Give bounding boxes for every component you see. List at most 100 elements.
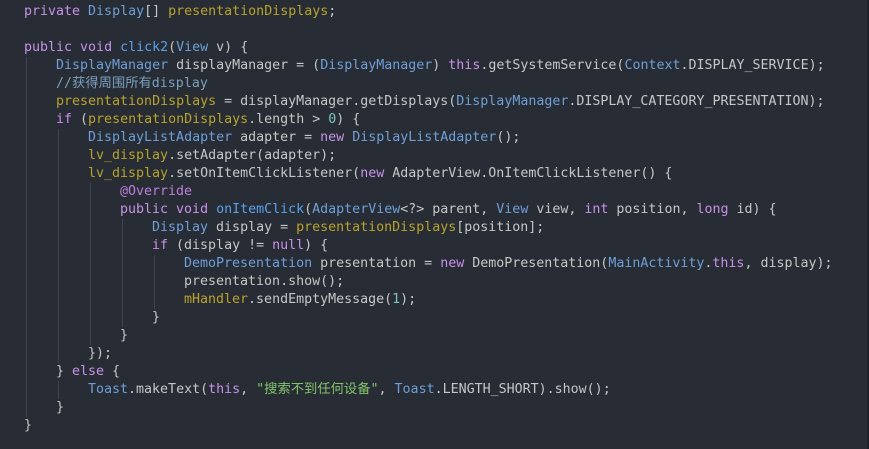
code-token: AdapterView — [312, 202, 401, 217]
code-token: v) { — [216, 40, 249, 55]
indent-guide — [58, 219, 59, 237]
code-token: click2 — [120, 40, 169, 55]
code-token: lv_display — [88, 148, 169, 163]
code-line[interactable]: presentation.show(); — [0, 273, 869, 291]
code-token: lv_display — [88, 166, 169, 181]
code-token: }); — [88, 346, 113, 361]
indent-guide — [58, 327, 59, 345]
indent-guide — [58, 273, 59, 291]
code-line[interactable]: mHandler.sendEmptyMessage(1); — [0, 291, 869, 309]
code-token: .setOnItemClickListener( — [168, 166, 361, 181]
code-editor[interactable]: private Display[] presentationDisplays; p… — [0, 0, 869, 449]
indent-guide — [90, 201, 91, 219]
code-token: DemoPresentation — [184, 256, 321, 271]
code-area[interactable]: private Display[] presentationDisplays; p… — [0, 3, 869, 435]
code-token: DemoPresentation( — [472, 256, 609, 271]
code-line[interactable]: if (display != null) { — [0, 237, 869, 255]
indent-guide — [90, 183, 91, 201]
code-token: this — [712, 256, 745, 271]
code-token: private — [24, 4, 89, 19]
code-line[interactable]: } else { — [0, 363, 869, 381]
code-line[interactable]: } — [0, 309, 869, 327]
indent-guide — [58, 165, 59, 183]
code-token: Context — [624, 58, 681, 73]
code-token: .length > — [248, 112, 329, 127]
code-token: , — [240, 382, 257, 397]
indent-guide — [26, 345, 27, 363]
indent-guide — [58, 309, 59, 327]
code-token: (); — [496, 130, 521, 145]
code-line[interactable]: presentationDisplays = displayManager.ge… — [0, 93, 869, 111]
code-line[interactable]: Toast.makeText(this, "搜索不到任何设备", Toast.L… — [0, 381, 869, 399]
code-token: this — [448, 58, 481, 73]
code-line[interactable]: @Override — [0, 183, 869, 201]
indent-guide — [122, 273, 123, 291]
code-line[interactable]: }); — [0, 345, 869, 363]
code-line[interactable]: DemoPresentation presentation = new Demo… — [0, 255, 869, 273]
code-token: presentationDisplays — [168, 4, 329, 19]
code-line[interactable]: lv_display.setAdapter(adapter); — [0, 147, 869, 165]
code-line[interactable] — [0, 21, 869, 39]
code-token: } — [24, 418, 33, 433]
code-line[interactable]: } — [0, 327, 869, 345]
code-line[interactable]: if (presentationDisplays.length > 0) { — [0, 111, 869, 129]
code-token: [position]; — [456, 220, 545, 235]
indent-guide — [58, 381, 59, 399]
code-line[interactable]: public void click2(View v) { — [0, 39, 869, 57]
code-line[interactable]: //获得周围所有display — [0, 75, 869, 93]
code-token: public — [24, 40, 81, 55]
code-line[interactable]: private Display[] presentationDisplays; — [0, 3, 869, 21]
code-token: presentationDisplays — [296, 220, 457, 235]
code-token: position, — [616, 202, 697, 217]
indent-guide — [122, 219, 123, 237]
code-line[interactable]: lv_display.setOnItemClickListener(new Ad… — [0, 165, 869, 183]
code-token: @Override — [120, 184, 193, 199]
code-token: Toast — [88, 382, 129, 397]
code-token: ) { — [304, 238, 329, 253]
code-line[interactable]: public void onItemClick(AdapterView<?> p… — [0, 201, 869, 219]
code-token: , display); — [744, 256, 833, 271]
code-token: presentation.show(); — [184, 274, 345, 289]
code-token: ( — [168, 40, 177, 55]
indent-guide — [90, 219, 91, 237]
code-line[interactable]: Display display = presentationDisplays[p… — [0, 219, 869, 237]
code-token: onItemClick — [216, 202, 305, 217]
indent-guide — [122, 255, 123, 273]
code-token: adapter = — [240, 130, 321, 145]
code-token: .setAdapter(adapter); — [168, 148, 337, 163]
code-line[interactable]: } — [0, 417, 869, 435]
code-line[interactable]: } — [0, 399, 869, 417]
indent-guide — [26, 147, 27, 165]
indent-guide — [26, 165, 27, 183]
code-token: Display — [88, 4, 145, 19]
code-token: AdapterView.OnItemClickListener() { — [392, 166, 673, 181]
indent-guide — [122, 309, 123, 327]
code-token: Toast — [394, 382, 435, 397]
code-token: id) { — [736, 202, 777, 217]
indent-guide — [26, 129, 27, 147]
indent-guide — [58, 147, 59, 165]
code-token: view, — [536, 202, 585, 217]
code-token: .DISPLAY_CATEGORY_PRESENTATION); — [568, 94, 825, 109]
indent-guide — [26, 399, 27, 417]
indent-guide — [26, 93, 27, 111]
code-token: if — [152, 238, 177, 253]
indent-guide — [58, 201, 59, 219]
code-token: { — [112, 364, 121, 379]
indent-guide — [26, 75, 27, 93]
indent-guide — [26, 219, 27, 237]
code-line[interactable]: DisplayListAdapter adapter = new Display… — [0, 129, 869, 147]
indent-guide — [26, 381, 27, 399]
code-token: if — [56, 112, 81, 127]
code-token: View — [176, 40, 217, 55]
code-token: presentationDisplays — [88, 112, 249, 127]
indent-guide — [26, 57, 27, 75]
code-token: , — [378, 382, 395, 397]
code-token: } — [152, 310, 161, 325]
code-token: display = — [216, 220, 297, 235]
code-line[interactable]: DisplayManager displayManager = (Display… — [0, 57, 869, 75]
indent-guide — [58, 291, 59, 309]
code-token: long — [696, 202, 737, 217]
indent-guide — [26, 237, 27, 255]
indent-guide — [58, 345, 59, 363]
